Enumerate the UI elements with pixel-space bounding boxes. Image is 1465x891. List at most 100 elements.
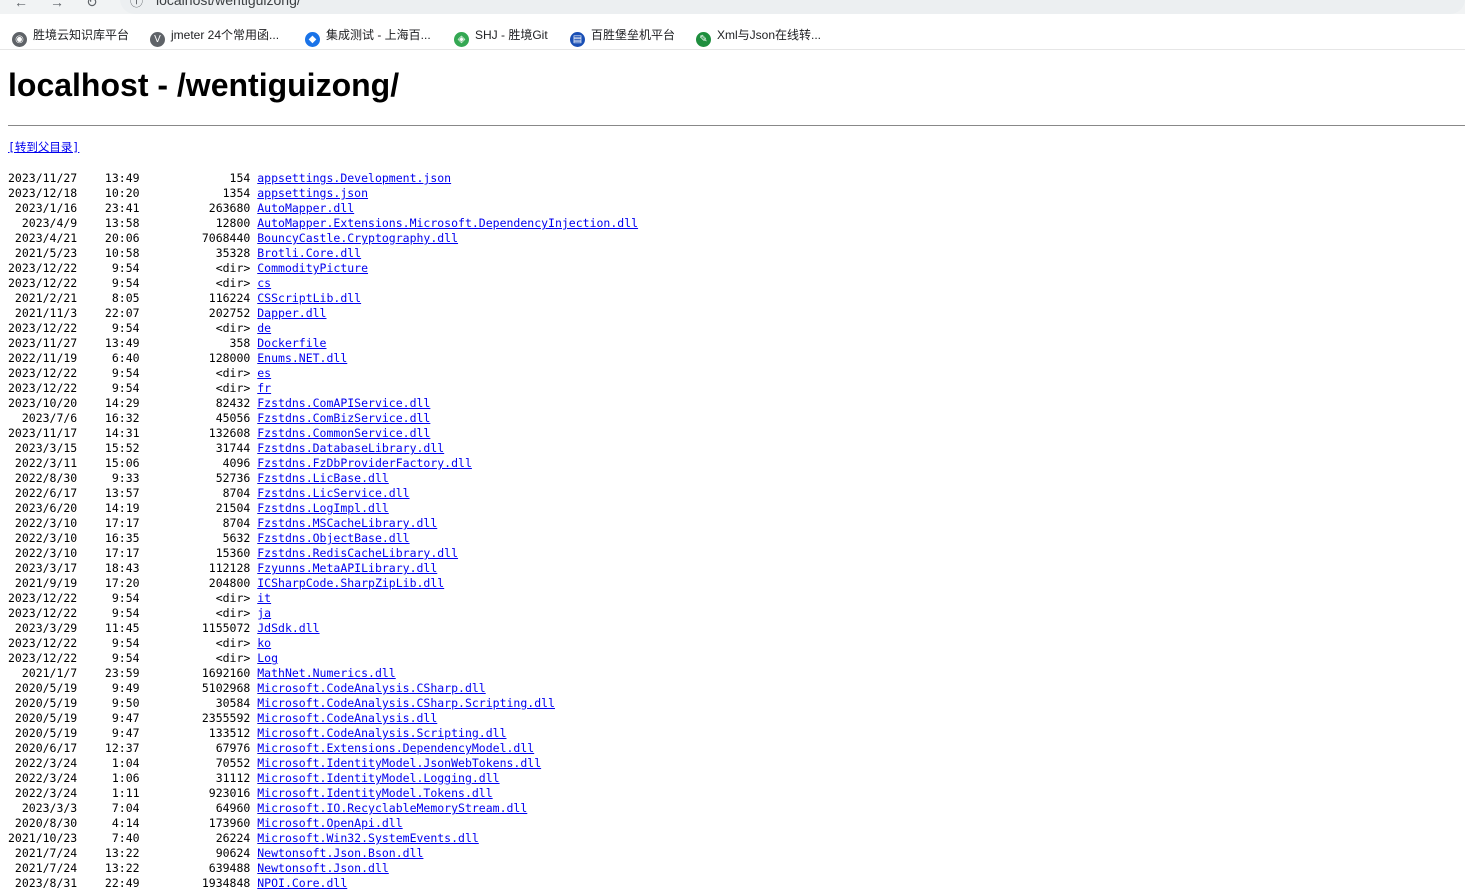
list-item: 2023/4/9 13:58 12800 AutoMapper.Extensio… [8,216,638,231]
file-link[interactable]: Dapper.dll [257,306,326,320]
file-link[interactable]: Fzstdns.ComAPIService.dll [257,396,430,410]
list-item: 2023/11/17 14:31 132608 Fzstdns.CommonSe… [8,426,638,441]
file-link[interactable]: Microsoft.CodeAnalysis.CSharp.Scripting.… [257,696,555,710]
file-link[interactable]: Fzstdns.CommonService.dll [257,426,430,440]
file-link[interactable]: Microsoft.Win32.SystemEvents.dll [257,831,479,845]
address-bar-area: ← → ↻ ⓘ localhost/wentiguizong/ [0,0,1465,14]
file-link[interactable]: AutoMapper.dll [257,201,354,215]
entry-meta: 2020/5/19 9:47 2355592 [8,711,258,725]
file-link[interactable]: Fzstdns.ObjectBase.dll [257,531,409,545]
directory-link[interactable]: ko [257,636,271,650]
file-link[interactable]: Enums.NET.dll [257,351,347,365]
list-item: 2023/3/3 7:04 64960 Microsoft.IO.Recycla… [8,801,638,816]
file-link[interactable]: Microsoft.CodeAnalysis.CSharp.dll [257,681,485,695]
bookmark-label: 胜境云知识库平台 [33,28,130,42]
entry-meta: 2023/12/22 9:54 <dir> [8,276,258,290]
list-item: 2023/11/27 13:49 358 Dockerfile [8,336,638,351]
entry-meta: 2023/12/22 9:54 <dir> [8,636,258,650]
file-link[interactable]: NPOI.Core.dll [257,876,347,890]
file-link[interactable]: CSScriptLib.dll [257,291,361,305]
list-item: 2022/11/19 6:40 128000 Enums.NET.dll [8,351,638,366]
file-link[interactable]: Microsoft.IO.RecyclableMemoryStream.dll [257,801,527,815]
file-link[interactable]: Fzstdns.LicService.dll [257,486,409,500]
entry-meta: 2023/12/22 9:54 <dir> [8,321,258,335]
file-link[interactable]: Dockerfile [257,336,326,350]
directory-link[interactable]: ja [257,606,271,620]
file-link[interactable]: Fzyunns.MetaAPILibrary.dll [257,561,437,575]
file-link[interactable]: Microsoft.CodeAnalysis.Scripting.dll [257,726,506,740]
directory-link[interactable]: cs [257,276,271,290]
list-item: 2023/12/22 9:54 <dir> Log [8,651,638,666]
forward-icon[interactable]: → [50,0,64,10]
list-item: 2023/12/22 9:54 <dir> ja [8,606,638,621]
entry-meta: 2021/9/19 17:20 204800 [8,576,258,590]
entry-meta: 2023/11/27 13:49 154 [8,171,258,185]
file-link[interactable]: appsettings.json [257,186,368,200]
file-link[interactable]: appsettings.Development.json [257,171,451,185]
file-link[interactable]: Newtonsoft.Json.Bson.dll [257,846,423,860]
divider [8,125,1465,126]
bookmark-item[interactable]: ▤ 百胜堡垒机平台 [570,25,675,47]
file-link[interactable]: Fzstdns.FzDbProviderFactory.dll [257,456,472,470]
file-link[interactable]: Fzstdns.LicBase.dll [257,471,389,485]
file-link[interactable]: JdSdk.dll [257,621,319,635]
entry-meta: 2023/6/20 14:19 21504 [8,501,258,515]
vector-icon: V [150,32,165,47]
file-link[interactable]: ICSharpCode.SharpZipLib.dll [257,576,444,590]
list-item: 2021/5/23 10:58 35328 Brotli.Core.dll [8,246,638,261]
entry-meta: 2022/3/10 17:17 8704 [8,516,258,530]
directory-link[interactable]: CommodityPicture [257,261,368,275]
file-link[interactable]: Brotli.Core.dll [257,246,361,260]
list-item: 2021/2/21 8:05 116224 CSScriptLib.dll [8,291,638,306]
parent-directory-link[interactable]: [转到父目录] [8,140,79,154]
file-link[interactable]: Microsoft.IdentityModel.Logging.dll [257,771,499,785]
file-link[interactable]: Microsoft.OpenApi.dll [257,816,402,830]
list-item: 2022/6/17 13:57 8704 Fzstdns.LicService.… [8,486,638,501]
file-link[interactable]: Fzstdns.ComBizService.dll [257,411,430,425]
file-link[interactable]: Fzstdns.MSCacheLibrary.dll [257,516,437,530]
bookmark-item[interactable]: ◆ 集成测试 - 上海百... [305,25,431,47]
file-link[interactable]: Microsoft.Extensions.DependencyModel.dll [257,741,534,755]
file-link[interactable]: AutoMapper.Extensions.Microsoft.Dependen… [257,216,638,230]
bookmark-label: SHJ - 胜境Git [475,28,548,42]
directory-link[interactable]: es [257,366,271,380]
bookmark-item[interactable]: Vjmeter 24个常用函... [150,25,279,47]
list-item: 2023/1/16 23:41 263680 AutoMapper.dll [8,201,638,216]
file-link[interactable]: Microsoft.IdentityModel.Tokens.dll [257,786,492,800]
list-item: 2022/3/10 17:17 15360 Fzstdns.RedisCache… [8,546,638,561]
entry-meta: 2020/5/19 9:49 5102968 [8,681,258,695]
diamond-icon: ◆ [305,32,320,47]
entry-meta: 2023/3/3 7:04 64960 [8,801,258,815]
page-title: localhost - /wentiguizong/ [8,67,400,103]
back-icon[interactable]: ← [14,0,28,10]
file-link[interactable]: Microsoft.CodeAnalysis.dll [257,711,437,725]
directory-link[interactable]: Log [257,651,278,665]
reload-icon[interactable]: ↻ [86,0,98,11]
directory-link[interactable]: de [257,321,271,335]
file-link[interactable]: Fzstdns.DatabaseLibrary.dll [257,441,444,455]
bookmark-item[interactable]: ✎ Xml与Json在线转... [696,25,821,47]
file-link[interactable]: Fzstdns.RedisCacheLibrary.dll [257,546,458,560]
directory-link[interactable]: fr [257,381,271,395]
entry-meta: 2021/10/23 7:40 26224 [8,831,258,845]
file-link[interactable]: Fzstdns.LogImpl.dll [257,501,389,515]
entry-meta: 2023/12/22 9:54 <dir> [8,606,258,620]
site-info-icon[interactable]: ⓘ [130,0,143,10]
entry-meta: 2020/6/17 12:37 67976 [8,741,258,755]
bookmark-label: 集成测试 - 上海百... [326,28,431,42]
file-link[interactable]: Microsoft.IdentityModel.JsonWebTokens.dl… [257,756,541,770]
file-link[interactable]: MathNet.Numerics.dll [257,666,395,680]
directory-link[interactable]: it [257,591,271,605]
entry-meta: 2022/11/19 6:40 128000 [8,351,258,365]
file-link[interactable]: Newtonsoft.Json.dll [257,861,389,875]
url-field[interactable] [120,0,1465,14]
file-link[interactable]: BouncyCastle.Cryptography.dll [257,231,458,245]
bookmark-item[interactable]: ◈ SHJ - 胜境Git [454,25,548,47]
entry-meta: 2021/7/24 13:22 90624 [8,846,258,860]
entry-meta: 2023/10/20 14:29 82432 [8,396,258,410]
list-item: 2023/3/15 15:52 31744 Fzstdns.DatabaseLi… [8,441,638,456]
wrench-icon: ✎ [696,32,711,47]
url-text[interactable]: localhost/wentiguizong/ [156,0,301,8]
list-item: 2023/4/21 20:06 7068440 BouncyCastle.Cry… [8,231,638,246]
bookmark-item[interactable]: ◉ 胜境云知识库平台 [12,25,130,47]
